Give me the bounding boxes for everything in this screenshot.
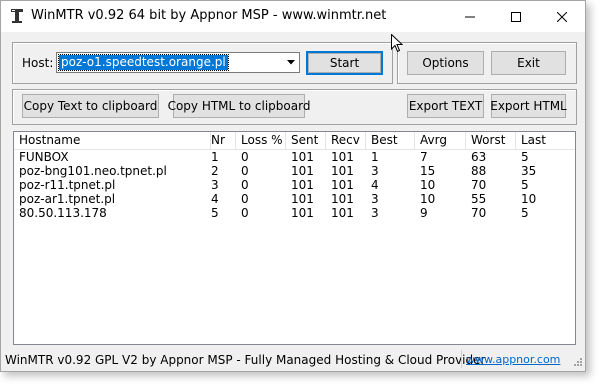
host-combobox[interactable]: poz-o1.speedtest.orange.pl (56, 52, 300, 73)
cell-sent: 101 (291, 178, 314, 192)
copy-html-button[interactable]: Copy HTML to clipboard (168, 94, 310, 118)
status-link-pane: www.appnor.com (461, 350, 568, 368)
cell-hostname: poz-bng101.neo.tpnet.pl (19, 164, 167, 178)
column-header-last[interactable]: Last (516, 132, 575, 149)
window-title: WinMTR v0.92 64 bit by Appnor MSP - www.… (31, 8, 387, 23)
cell-worst: 55 (471, 192, 487, 206)
close-button[interactable] (539, 1, 585, 32)
host-input[interactable]: poz-o1.speedtest.orange.pl (58, 54, 229, 71)
start-button-label: Start (329, 56, 360, 70)
start-button[interactable]: Start (306, 51, 383, 75)
cell-sent: 101 (291, 192, 314, 206)
exit-button-label: Exit (517, 56, 540, 70)
cell-best: 3 (371, 192, 379, 206)
cell-nr: 3 (211, 178, 219, 192)
options-button[interactable]: Options (407, 51, 484, 75)
copy-html-button-label: Copy HTML to clipboard (167, 99, 311, 113)
copy-text-button-label: Copy Text to clipboard (23, 99, 158, 113)
cell-nr: 1 (211, 150, 219, 164)
copy-text-button[interactable]: Copy Text to clipboard (22, 94, 159, 118)
export-html-button[interactable]: Export HTML (490, 94, 567, 118)
cell-hostname: poz-r11.tpnet.pl (19, 178, 116, 192)
column-header-sent[interactable]: Sent (286, 132, 326, 149)
cell-hostname: poz-ar1.tpnet.pl (19, 192, 116, 206)
column-header-loss[interactable]: Loss % (236, 132, 286, 149)
cell-recv: 101 (331, 178, 354, 192)
chevron-down-icon (286, 60, 295, 65)
host-dropdown-button[interactable] (281, 53, 299, 72)
cell-worst: 88 (471, 164, 487, 178)
cell-nr: 5 (211, 206, 219, 220)
column-header-worst[interactable]: Worst (466, 132, 516, 149)
table-row[interactable]: poz-r11.tpnet.pl 3 0 101 101 4 10 70 5 (14, 178, 575, 192)
cell-sent: 101 (291, 206, 314, 220)
table-row[interactable]: poz-ar1.tpnet.pl 4 0 101 101 3 10 55 10 (14, 192, 575, 206)
column-header-best[interactable]: Best (366, 132, 415, 149)
cell-loss: 0 (241, 206, 249, 220)
cell-last: 5 (521, 206, 529, 220)
cell-avrg: 10 (420, 178, 436, 192)
cell-best: 3 (371, 206, 379, 220)
appnor-link[interactable]: www.appnor.com (466, 352, 560, 368)
exit-button[interactable]: Exit (491, 51, 566, 75)
cell-avrg: 10 (420, 192, 436, 206)
column-header-hostname[interactable]: Hostname (14, 132, 211, 149)
winmtr-window: WinMTR v0.92 64 bit by Appnor MSP - www.… (0, 0, 586, 372)
cell-loss: 0 (241, 150, 249, 164)
cell-hostname: FUNBOX (19, 150, 69, 164)
minimize-icon (465, 16, 475, 17)
cell-nr: 4 (211, 192, 219, 206)
cell-nr: 2 (211, 164, 219, 178)
cell-recv: 101 (331, 206, 354, 220)
export-html-button-label: Export HTML (490, 99, 567, 113)
cell-last: 10 (521, 192, 537, 206)
table-header: Hostname Nr Loss % Sent Recv Best Avrg W… (14, 132, 575, 150)
column-header-recv[interactable]: Recv (326, 132, 366, 149)
cell-loss: 0 (241, 164, 249, 178)
cell-last: 5 (521, 150, 529, 164)
minimize-button[interactable] (447, 1, 493, 32)
title-bar[interactable]: WinMTR v0.92 64 bit by Appnor MSP - www.… (1, 1, 585, 32)
maximize-button[interactable] (493, 1, 539, 32)
close-icon (557, 11, 567, 22)
winmtr-app-icon (11, 9, 23, 23)
cell-hostname: 80.50.113.178 (19, 206, 107, 220)
table-row[interactable]: 80.50.113.178 5 0 101 101 3 9 70 5 (14, 206, 575, 220)
cell-avrg: 9 (420, 206, 428, 220)
cell-recv: 101 (331, 192, 354, 206)
resize-grip-icon[interactable] (571, 355, 583, 367)
mouse-cursor-icon (391, 34, 403, 53)
status-bar: WinMTR v0.92 GPL V2 by Appnor MSP - Full… (1, 349, 585, 369)
cell-avrg: 15 (420, 164, 436, 178)
column-header-nr[interactable]: Nr (206, 132, 236, 149)
maximize-icon (511, 11, 521, 22)
cell-avrg: 7 (420, 150, 428, 164)
cell-best: 1 (371, 150, 379, 164)
table-row[interactable]: poz-bng101.neo.tpnet.pl 2 0 101 101 3 15… (14, 164, 575, 178)
cell-best: 3 (371, 164, 379, 178)
export-text-button[interactable]: Export TEXT (407, 94, 484, 118)
status-text: WinMTR v0.92 GPL V2 by Appnor MSP - Full… (5, 353, 486, 367)
options-button-label: Options (422, 56, 469, 70)
cell-last: 35 (521, 164, 537, 178)
cell-loss: 0 (241, 178, 249, 192)
cell-worst: 63 (471, 150, 487, 164)
export-text-button-label: Export TEXT (408, 99, 483, 113)
cell-worst: 70 (471, 178, 487, 192)
cell-loss: 0 (241, 192, 249, 206)
cell-best: 4 (371, 178, 379, 192)
cell-recv: 101 (331, 150, 354, 164)
table-row[interactable]: FUNBOX 1 0 101 101 1 7 63 5 (14, 150, 575, 164)
cell-last: 5 (521, 178, 529, 192)
cell-sent: 101 (291, 164, 314, 178)
column-header-avrg[interactable]: Avrg (415, 132, 466, 149)
cell-worst: 70 (471, 206, 487, 220)
host-label: Host: (22, 56, 54, 70)
cell-sent: 101 (291, 150, 314, 164)
results-table[interactable]: Hostname Nr Loss % Sent Recv Best Avrg W… (13, 131, 576, 345)
cell-recv: 101 (331, 164, 354, 178)
